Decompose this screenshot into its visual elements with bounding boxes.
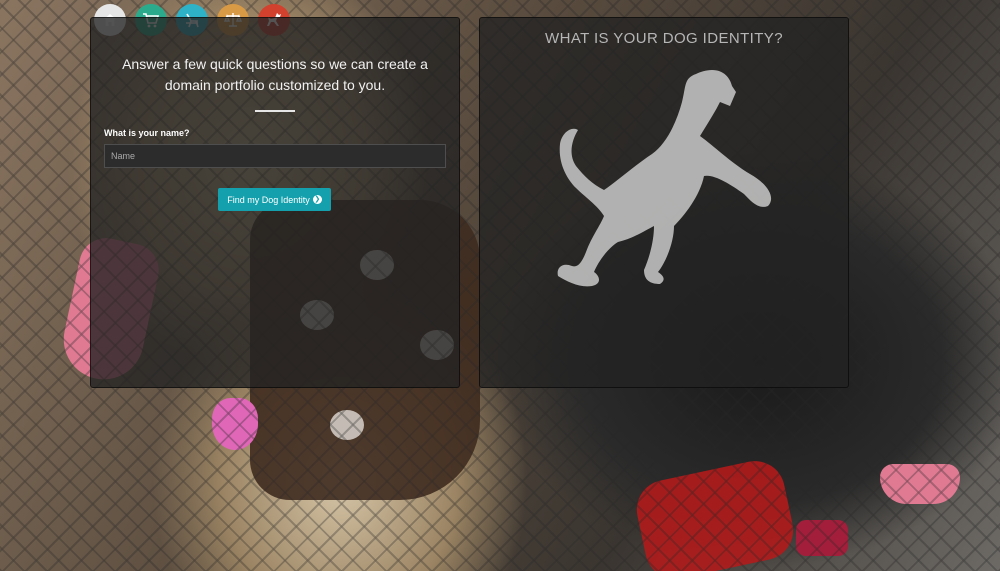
intro-text: Answer a few quick questions so we can c…: [122, 56, 428, 93]
questionnaire-panel: Answer a few quick questions so we can c…: [90, 17, 460, 388]
name-field-label: What is your name?: [104, 128, 190, 138]
dog-silhouette-icon: [557, 70, 772, 287]
dog-identity-panel: WHAT IS YOUR DOG IDENTITY?: [479, 17, 849, 388]
name-input[interactable]: [104, 144, 446, 168]
find-dog-identity-button[interactable]: Find my Dog Identity ❯: [218, 188, 331, 211]
divider: [255, 110, 295, 112]
dog-identity-title: WHAT IS YOUR DOG IDENTITY?: [545, 30, 783, 47]
submit-button-label: Find my Dog Identity: [227, 194, 310, 205]
chevron-right-circle-icon: ❯: [312, 195, 322, 204]
